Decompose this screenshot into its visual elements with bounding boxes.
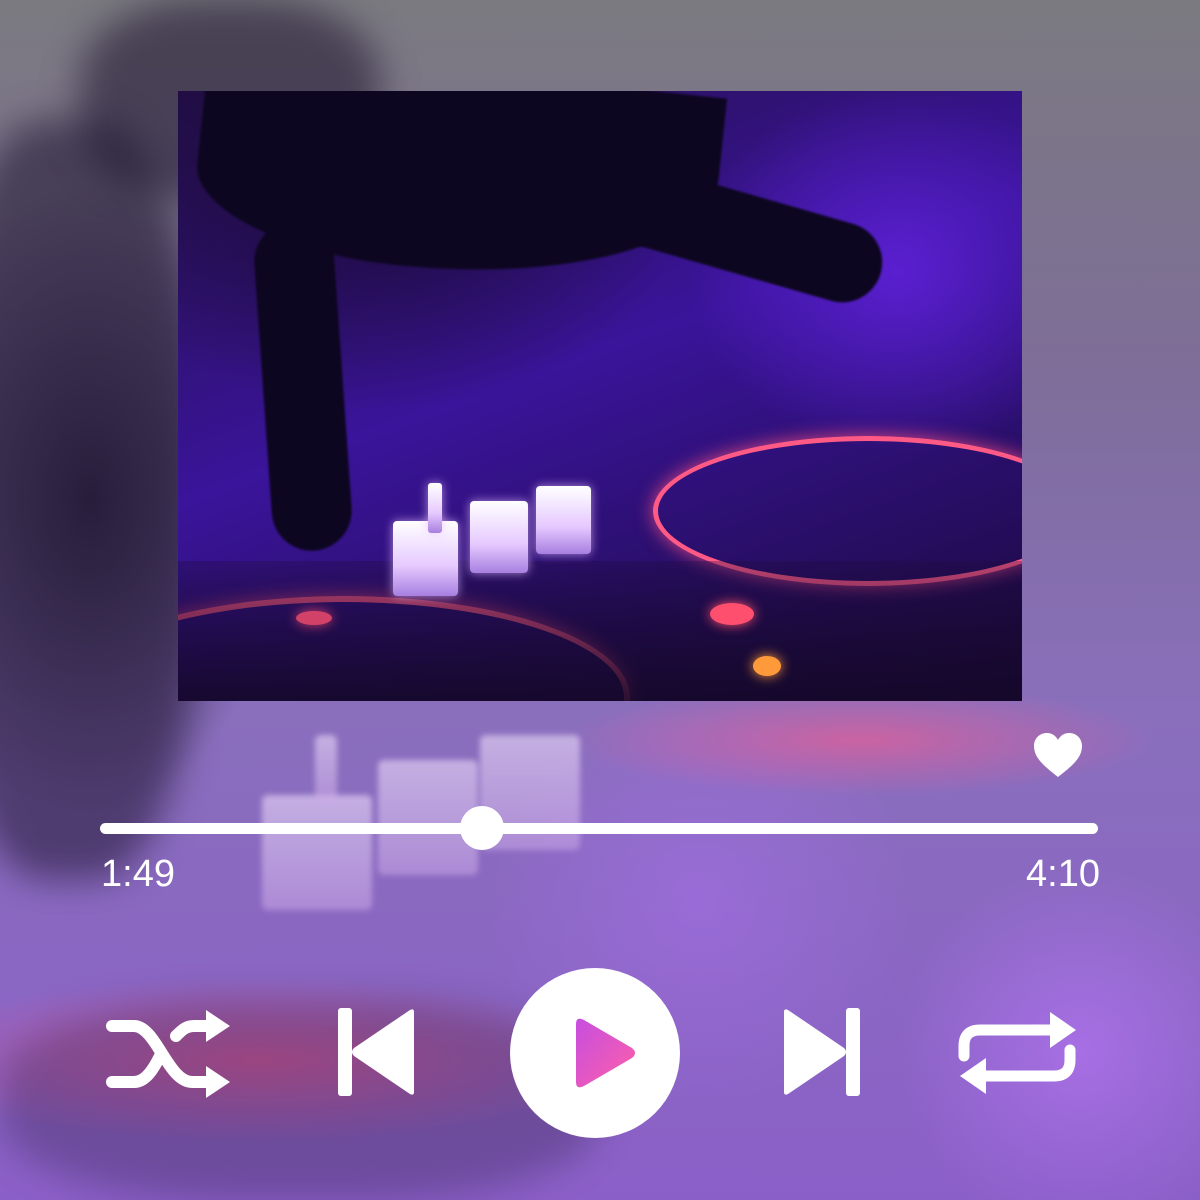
repeat-button[interactable] xyxy=(956,1008,1080,1098)
heart-icon xyxy=(1034,733,1082,777)
previous-button[interactable] xyxy=(338,1008,416,1096)
elapsed-time: 1:49 xyxy=(101,853,175,895)
music-player: 1:49 4:10 xyxy=(0,0,1200,1200)
next-button[interactable] xyxy=(782,1008,860,1096)
album-art xyxy=(178,91,1022,701)
play-icon xyxy=(576,1018,635,1088)
progress-slider[interactable] xyxy=(100,806,1098,850)
progress-thumb[interactable] xyxy=(459,806,504,850)
play-button[interactable] xyxy=(510,968,680,1138)
shuffle-icon xyxy=(106,1010,230,1098)
shuffle-button[interactable] xyxy=(106,1010,232,1098)
skip-previous-icon xyxy=(338,1008,414,1096)
favorite-button[interactable] xyxy=(1032,730,1084,782)
repeat-icon xyxy=(958,1012,1076,1094)
progress-track xyxy=(100,823,1098,834)
total-time: 4:10 xyxy=(1026,853,1100,895)
skip-next-icon xyxy=(784,1008,860,1096)
